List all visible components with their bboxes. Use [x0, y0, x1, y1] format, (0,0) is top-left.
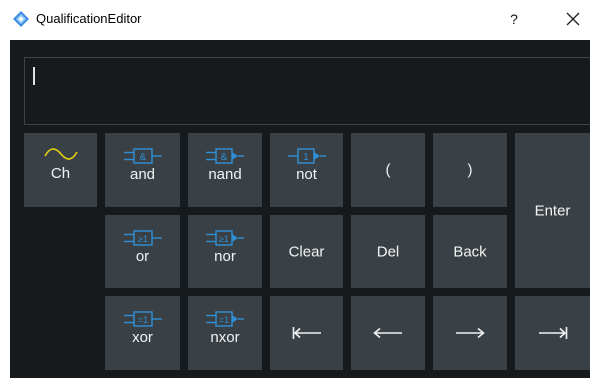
- help-button[interactable]: ?: [502, 6, 526, 32]
- not-label: not: [296, 166, 317, 183]
- nor-button[interactable]: ≥1 nor: [188, 215, 262, 288]
- xor-gate-symbol: =1: [137, 315, 147, 325]
- open-paren-label: (: [385, 161, 391, 179]
- right-arrow-icon: [456, 327, 485, 339]
- close-button[interactable]: [560, 6, 586, 32]
- nand-label: nand: [208, 166, 242, 183]
- open-paren-button[interactable]: (: [351, 133, 425, 207]
- nand-button[interactable]: & nand: [188, 133, 262, 207]
- and-label: and: [129, 166, 156, 183]
- left-arrow-icon: [373, 327, 402, 339]
- or-label: or: [135, 248, 150, 265]
- text-caret: [33, 67, 35, 85]
- nxor-gate-icon: =1: [206, 311, 244, 327]
- and-gate-icon: &: [123, 148, 162, 164]
- or-gate-icon: ≥1: [123, 230, 162, 246]
- xor-gate-icon: =1: [123, 311, 162, 327]
- nxor-gate-symbol: =1: [219, 315, 229, 325]
- home-arrow-icon: [292, 327, 321, 339]
- window-title: QualificationEditor: [36, 11, 142, 26]
- left-button[interactable]: [351, 296, 425, 370]
- not-gate-icon: 1: [287, 148, 326, 164]
- ch-label: Ch: [50, 165, 71, 182]
- app-diamond-icon: [13, 11, 29, 27]
- close-icon: [566, 12, 580, 26]
- close-paren-label: ): [467, 161, 473, 179]
- nor-gate-symbol: ≥1: [219, 234, 229, 244]
- or-button[interactable]: ≥1 or: [105, 215, 180, 288]
- nxor-button[interactable]: =1 nxor: [188, 296, 262, 370]
- close-paren-button[interactable]: ): [433, 133, 507, 207]
- not-button[interactable]: 1 not: [270, 133, 343, 207]
- clear-label: Clear: [288, 243, 325, 260]
- and-button[interactable]: & and: [105, 133, 180, 207]
- end-button[interactable]: [515, 296, 590, 370]
- home-button[interactable]: [270, 296, 343, 370]
- nand-gate-symbol: &: [221, 152, 228, 163]
- nor-gate-icon: ≥1: [206, 230, 244, 246]
- not-gate-symbol: 1: [303, 152, 309, 163]
- clear-button[interactable]: Clear: [270, 215, 343, 288]
- back-label: Back: [453, 243, 487, 260]
- or-gate-symbol: ≥1: [138, 234, 148, 244]
- enter-label: Enter: [534, 202, 571, 219]
- back-button[interactable]: Back: [433, 215, 507, 288]
- xor-button[interactable]: =1 xor: [105, 296, 180, 370]
- del-label: Del: [376, 243, 400, 260]
- end-arrow-icon: [538, 327, 567, 339]
- nor-label: nor: [214, 248, 236, 265]
- sine-wave-icon: [44, 148, 78, 160]
- right-button[interactable]: [433, 296, 507, 370]
- title-bar: QualificationEditor ?: [0, 0, 590, 40]
- del-button[interactable]: Del: [351, 215, 425, 288]
- ch-button[interactable]: Ch: [24, 133, 97, 207]
- and-gate-symbol: &: [139, 152, 146, 163]
- nxor-label: nxor: [210, 329, 240, 346]
- enter-button[interactable]: Enter: [515, 133, 590, 288]
- nand-gate-icon: &: [206, 148, 244, 164]
- xor-label: xor: [132, 329, 153, 346]
- expression-input[interactable]: [24, 57, 590, 125]
